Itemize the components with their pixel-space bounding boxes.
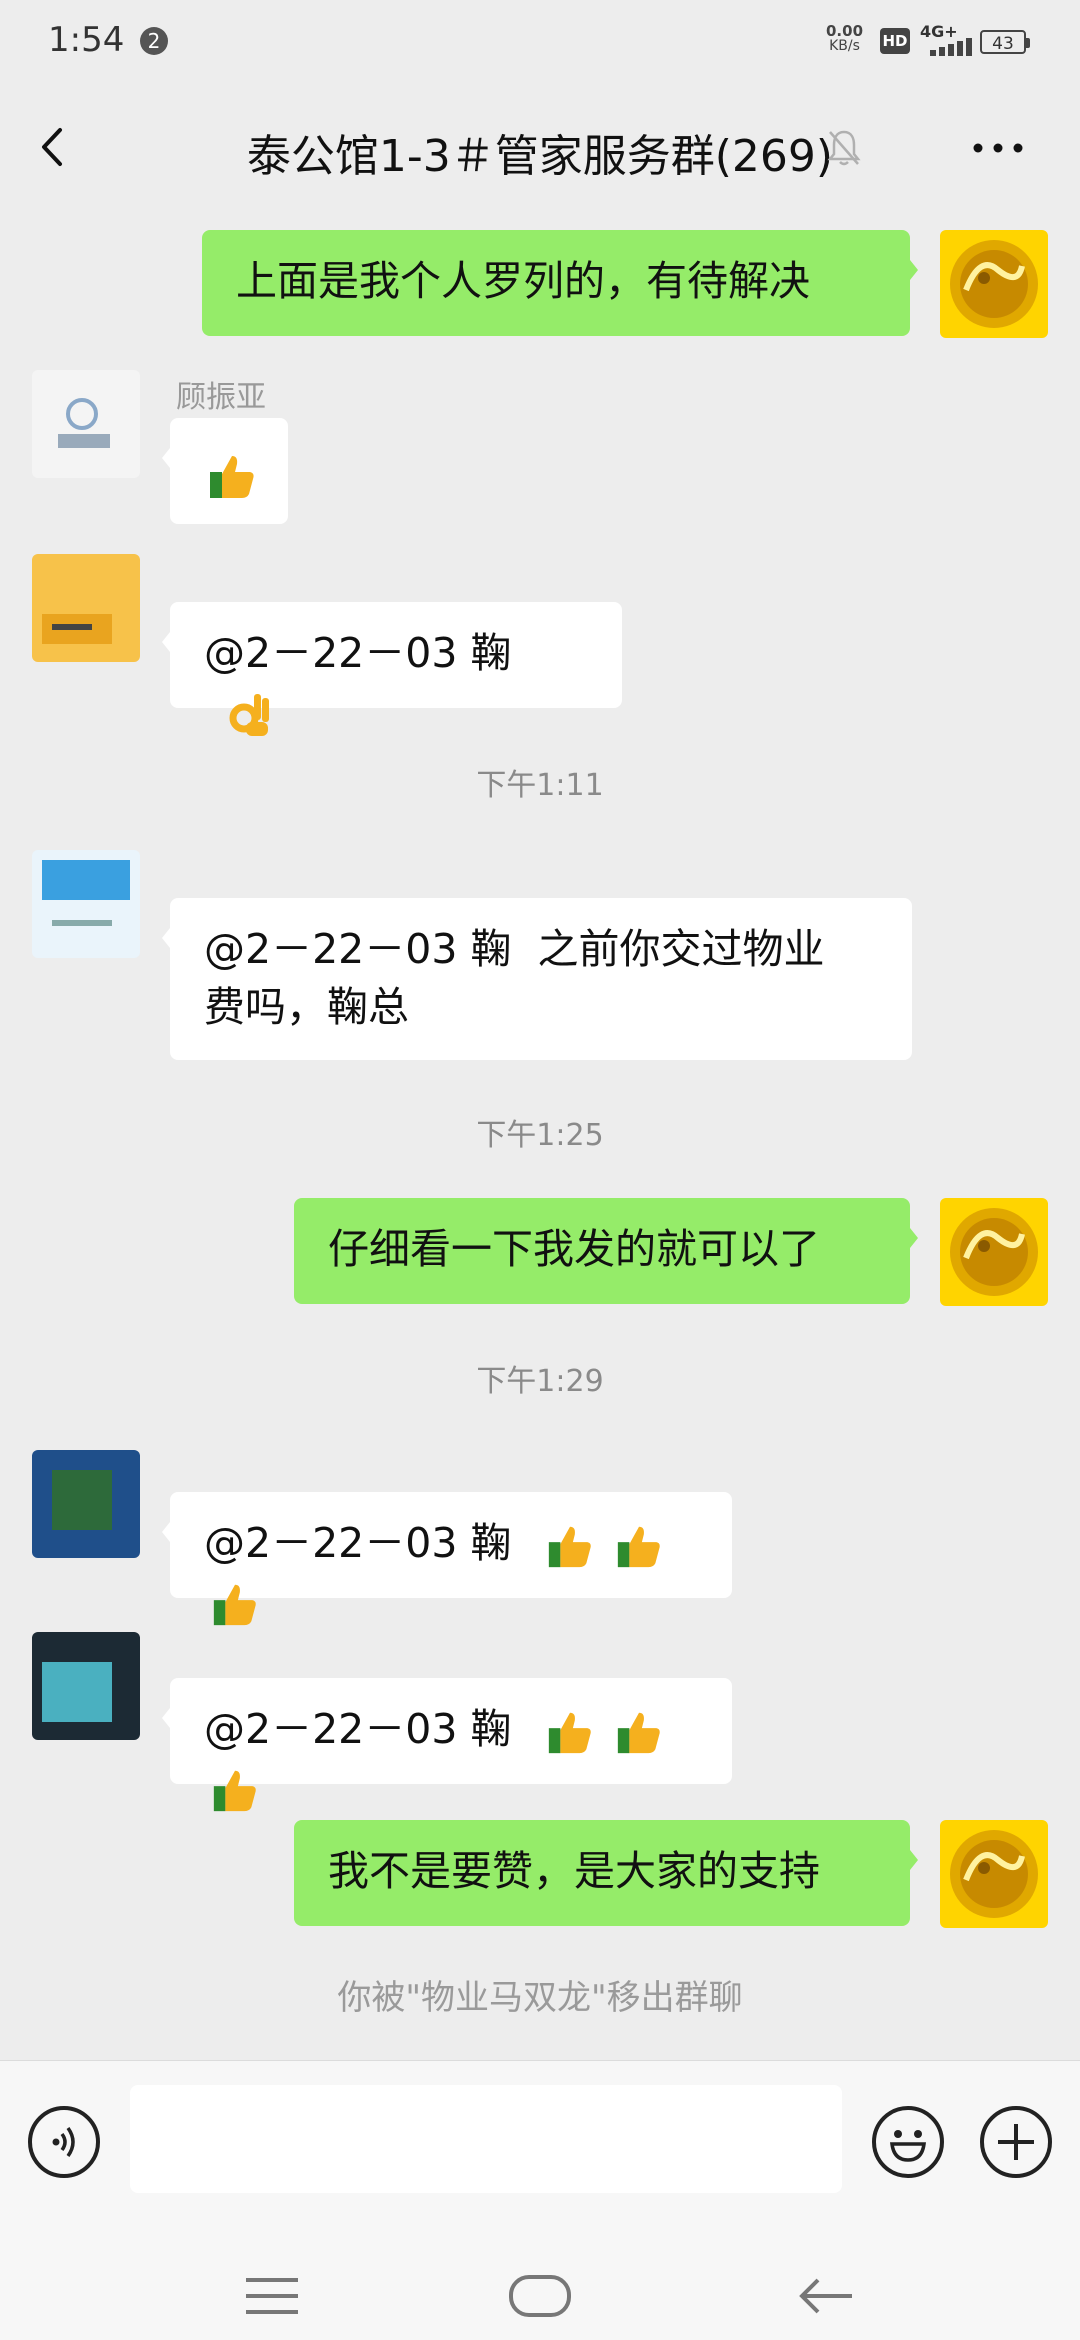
system-navigation-bar xyxy=(0,2220,1080,2340)
battery-icon: 43 xyxy=(980,30,1030,54)
avatar[interactable] xyxy=(32,554,140,662)
self-avatar-image xyxy=(940,1820,1048,1928)
avatar[interactable] xyxy=(940,1198,1048,1306)
network-speed-unit: KB/s xyxy=(829,38,860,54)
voice-input-icon[interactable] xyxy=(28,2106,100,2178)
member-avatar-image xyxy=(32,1450,140,1558)
thumbs-up-emoji-icon xyxy=(213,1584,256,1626)
thumbs-up-emoji-icon xyxy=(617,1712,660,1754)
member-avatar-image xyxy=(32,850,140,958)
message-text-line: 费吗，鞠总 xyxy=(204,983,409,1031)
avatar[interactable] xyxy=(32,370,140,478)
thumbs-up-emoji-icon xyxy=(548,1712,591,1754)
member-avatar-image xyxy=(32,1632,140,1740)
thumbs-up-emoji-icon xyxy=(617,1526,660,1568)
sender-name: 顾振亚 xyxy=(176,380,266,415)
message-bubble-outgoing[interactable]: 我不是要赞，是大家的支持 xyxy=(294,1820,918,1926)
hd-voice-icon: HD xyxy=(880,28,910,54)
message-bubble-incoming[interactable]: @2－22－03 鞠 xyxy=(162,602,622,736)
message-bubble-incoming[interactable]: @2－22－03 鞠 之前你交过物业 费吗，鞠总 xyxy=(162,898,912,1060)
thumbs-up-emoji-icon xyxy=(210,456,254,498)
network-speed-value: 0.00 xyxy=(826,22,864,40)
timestamp: 下午1:25 xyxy=(476,1118,604,1153)
message-text-line: @2－22－03 鞠 之前你交过物业 xyxy=(204,925,825,973)
member-avatar-image xyxy=(32,370,140,478)
message-bubble-incoming[interactable]: @2－22－03 鞠 xyxy=(162,1492,732,1626)
avatar[interactable] xyxy=(940,230,1048,338)
message-bubble-outgoing[interactable]: 仔细看一下我发的就可以了 xyxy=(294,1198,918,1304)
status-bar: 1:54 2 0.00 KB/s HD 4G+ 43 xyxy=(0,0,1080,84)
avatar[interactable] xyxy=(32,1450,140,1558)
message-text: @2－22－03 鞠 xyxy=(204,1519,512,1567)
smiley-icon[interactable] xyxy=(872,2106,944,2178)
message-text: 仔细看一下我发的就可以了 xyxy=(328,1225,820,1273)
self-avatar-image xyxy=(940,1198,1048,1306)
chat-title: 泰公馆1-3＃管家服务群(269) xyxy=(246,131,834,182)
network-speed: 0.00 KB/s xyxy=(826,24,863,54)
message-text: 上面是我个人罗列的，有待解决 xyxy=(236,257,810,305)
message-bubble-incoming[interactable] xyxy=(162,418,288,524)
timestamp: 下午1:29 xyxy=(476,1364,604,1399)
bell-muted-icon xyxy=(827,130,861,166)
input-bar xyxy=(0,2060,1080,2221)
message-input[interactable] xyxy=(130,2085,842,2193)
notification-count-badge: 2 xyxy=(140,27,168,55)
more-horizontal-icon[interactable] xyxy=(968,128,1028,168)
thumbs-up-emoji-icon xyxy=(548,1526,591,1568)
message-bubble-outgoing[interactable]: 上面是我个人罗列的，有待解决 xyxy=(202,230,918,336)
signal-icon xyxy=(930,38,972,56)
message-list[interactable]: 上面是我个人罗列的，有待解决 顾振亚 @2－22－03 鞠 下午1:11 @2－… xyxy=(0,210,1080,2060)
avatar[interactable] xyxy=(32,1632,140,1740)
avatar[interactable] xyxy=(940,1820,1048,1928)
message-text: @2－22－03 鞠 xyxy=(204,629,512,677)
avatar[interactable] xyxy=(32,850,140,958)
timestamp: 下午1:11 xyxy=(476,768,604,803)
system-message: 你被"物业马双龙"移出群聊 xyxy=(337,1978,743,2018)
thumbs-up-emoji-icon xyxy=(213,1770,256,1812)
self-avatar-image xyxy=(940,230,1048,338)
home-icon[interactable] xyxy=(508,2274,572,2318)
plus-circle-icon[interactable] xyxy=(980,2106,1052,2178)
message-bubble-incoming[interactable]: @2－22－03 鞠 xyxy=(162,1678,732,1812)
back-arrow-icon[interactable] xyxy=(796,2274,856,2318)
message-text: 我不是要赞，是大家的支持 xyxy=(328,1847,820,1895)
ok-hand-emoji-icon xyxy=(229,694,269,736)
chat-header: 泰公馆1-3＃管家服务群(269) xyxy=(0,84,1080,210)
menu-icon[interactable] xyxy=(242,2274,302,2318)
member-avatar-image xyxy=(32,554,140,662)
message-text: @2－22－03 鞠 xyxy=(204,1705,512,1753)
status-time: 1:54 xyxy=(48,20,125,60)
